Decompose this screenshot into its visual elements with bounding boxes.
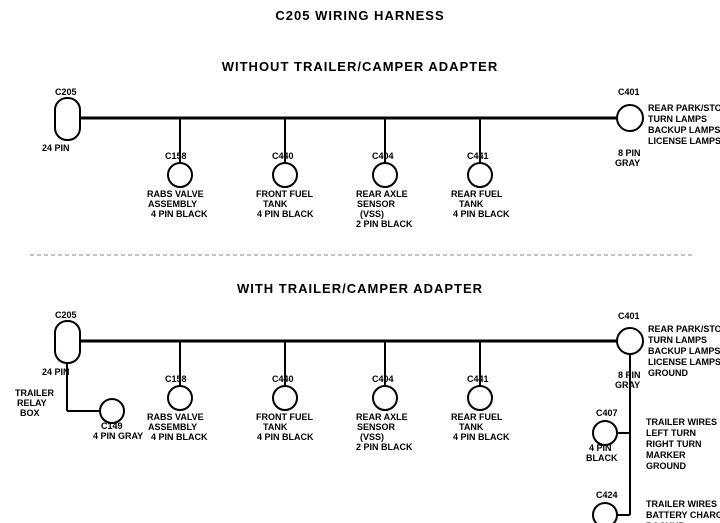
svg-text:RABS VALVE: RABS VALVE bbox=[147, 189, 204, 199]
svg-text:LICENSE LAMPS: LICENSE LAMPS bbox=[648, 357, 720, 367]
svg-text:ASSEMBLY: ASSEMBLY bbox=[148, 422, 197, 432]
svg-text:C401: C401 bbox=[618, 311, 640, 321]
svg-text:LEFT TURN: LEFT TURN bbox=[646, 428, 696, 438]
svg-text:BOX: BOX bbox=[20, 408, 40, 418]
svg-text:C404: C404 bbox=[372, 151, 394, 161]
svg-text:REAR AXLE: REAR AXLE bbox=[356, 412, 408, 422]
svg-text:C424: C424 bbox=[596, 490, 618, 500]
svg-text:C441: C441 bbox=[467, 151, 489, 161]
svg-text:24 PIN: 24 PIN bbox=[42, 143, 70, 153]
svg-text:WITHOUT TRAILER/CAMPER ADAPT: WITHOUT TRAILER/CAMPER ADAPTER bbox=[222, 59, 499, 74]
svg-text:GROUND: GROUND bbox=[646, 461, 686, 471]
svg-text:TANK: TANK bbox=[459, 422, 484, 432]
page-title: C205 WIRING HARNESS bbox=[0, 0, 720, 23]
svg-text:TURN LAMPS: TURN LAMPS bbox=[648, 335, 707, 345]
svg-text:4 PIN BLACK: 4 PIN BLACK bbox=[257, 432, 314, 442]
svg-text:ASSEMBLY: ASSEMBLY bbox=[148, 199, 197, 209]
svg-text:RABS VALVE: RABS VALVE bbox=[147, 412, 204, 422]
svg-text:LICENSE LAMPS: LICENSE LAMPS bbox=[648, 136, 720, 146]
svg-text:4 PIN BLACK: 4 PIN BLACK bbox=[151, 432, 208, 442]
svg-text:C205: C205 bbox=[55, 87, 77, 97]
svg-text:REAR PARK/STOP: REAR PARK/STOP bbox=[648, 103, 720, 113]
svg-text:SENSOR: SENSOR bbox=[357, 199, 396, 209]
svg-text:4 PIN BLACK: 4 PIN BLACK bbox=[453, 209, 510, 219]
svg-text:TRAILER WIRES: TRAILER WIRES bbox=[646, 499, 717, 509]
wiring-diagram-svg: WITHOUT TRAILER/CAMPER ADAPTER C205 24 P… bbox=[0, 23, 720, 523]
svg-text:4 PIN: 4 PIN bbox=[589, 443, 612, 453]
svg-text:C158: C158 bbox=[165, 374, 187, 384]
svg-text:TANK: TANK bbox=[263, 422, 288, 432]
svg-text:C149: C149 bbox=[101, 421, 123, 431]
svg-text:2 PIN BLACK: 2 PIN BLACK bbox=[356, 219, 413, 229]
svg-text:C404: C404 bbox=[372, 374, 394, 384]
svg-text:4 PIN BLACK: 4 PIN BLACK bbox=[257, 209, 314, 219]
svg-text:GROUND: GROUND bbox=[648, 368, 688, 378]
svg-text:FRONT FUEL: FRONT FUEL bbox=[256, 189, 313, 199]
svg-text:4 PIN BLACK: 4 PIN BLACK bbox=[453, 432, 510, 442]
svg-text:SENSOR: SENSOR bbox=[357, 422, 396, 432]
svg-text:C441: C441 bbox=[467, 374, 489, 384]
svg-text:(VSS): (VSS) bbox=[360, 209, 384, 219]
svg-text:TURN LAMPS: TURN LAMPS bbox=[648, 114, 707, 124]
svg-text:2 PIN BLACK: 2 PIN BLACK bbox=[356, 442, 413, 452]
svg-text:4 PIN GRAY: 4 PIN GRAY bbox=[93, 431, 143, 441]
svg-text:C440: C440 bbox=[272, 151, 294, 161]
svg-text:TRAILER WIRES: TRAILER WIRES bbox=[646, 417, 717, 427]
svg-text:REAR FUEL: REAR FUEL bbox=[451, 189, 503, 199]
svg-text:RIGHT TURN: RIGHT TURN bbox=[646, 439, 702, 449]
svg-text:TRAILER: TRAILER bbox=[15, 388, 54, 398]
svg-text:FRONT FUEL: FRONT FUEL bbox=[256, 412, 313, 422]
svg-text:BLACK: BLACK bbox=[586, 453, 618, 463]
svg-text:4 PIN BLACK: 4 PIN BLACK bbox=[151, 209, 208, 219]
svg-text:REAR FUEL: REAR FUEL bbox=[451, 412, 503, 422]
diagram-area: WITHOUT TRAILER/CAMPER ADAPTER C205 24 P… bbox=[0, 23, 720, 523]
svg-text:24 PIN: 24 PIN bbox=[42, 367, 70, 377]
svg-text:TANK: TANK bbox=[263, 199, 288, 209]
svg-text:C407: C407 bbox=[596, 408, 618, 418]
svg-text:REAR AXLE: REAR AXLE bbox=[356, 189, 408, 199]
svg-text:RELAY: RELAY bbox=[17, 398, 47, 408]
svg-text:BACKUP LAMPS: BACKUP LAMPS bbox=[648, 346, 720, 356]
svg-text:REAR PARK/STOP: REAR PARK/STOP bbox=[648, 324, 720, 334]
svg-text:C440: C440 bbox=[272, 374, 294, 384]
svg-text:BATTERY CHARGE: BATTERY CHARGE bbox=[646, 510, 720, 520]
svg-text:C158: C158 bbox=[165, 151, 187, 161]
svg-text:WITH TRAILER/CAMPER ADAPTER: WITH TRAILER/CAMPER ADAPTER bbox=[237, 281, 483, 296]
svg-text:C205: C205 bbox=[55, 310, 77, 320]
svg-text:C401: C401 bbox=[618, 87, 640, 97]
svg-text:GRAY: GRAY bbox=[615, 380, 640, 390]
svg-text:TANK: TANK bbox=[459, 199, 484, 209]
svg-text:MARKER: MARKER bbox=[646, 450, 686, 460]
svg-text:(VSS): (VSS) bbox=[360, 432, 384, 442]
svg-text:8 PIN: 8 PIN bbox=[618, 148, 641, 158]
svg-text:GRAY: GRAY bbox=[615, 158, 640, 168]
svg-text:BACKUP LAMPS: BACKUP LAMPS bbox=[648, 125, 720, 135]
